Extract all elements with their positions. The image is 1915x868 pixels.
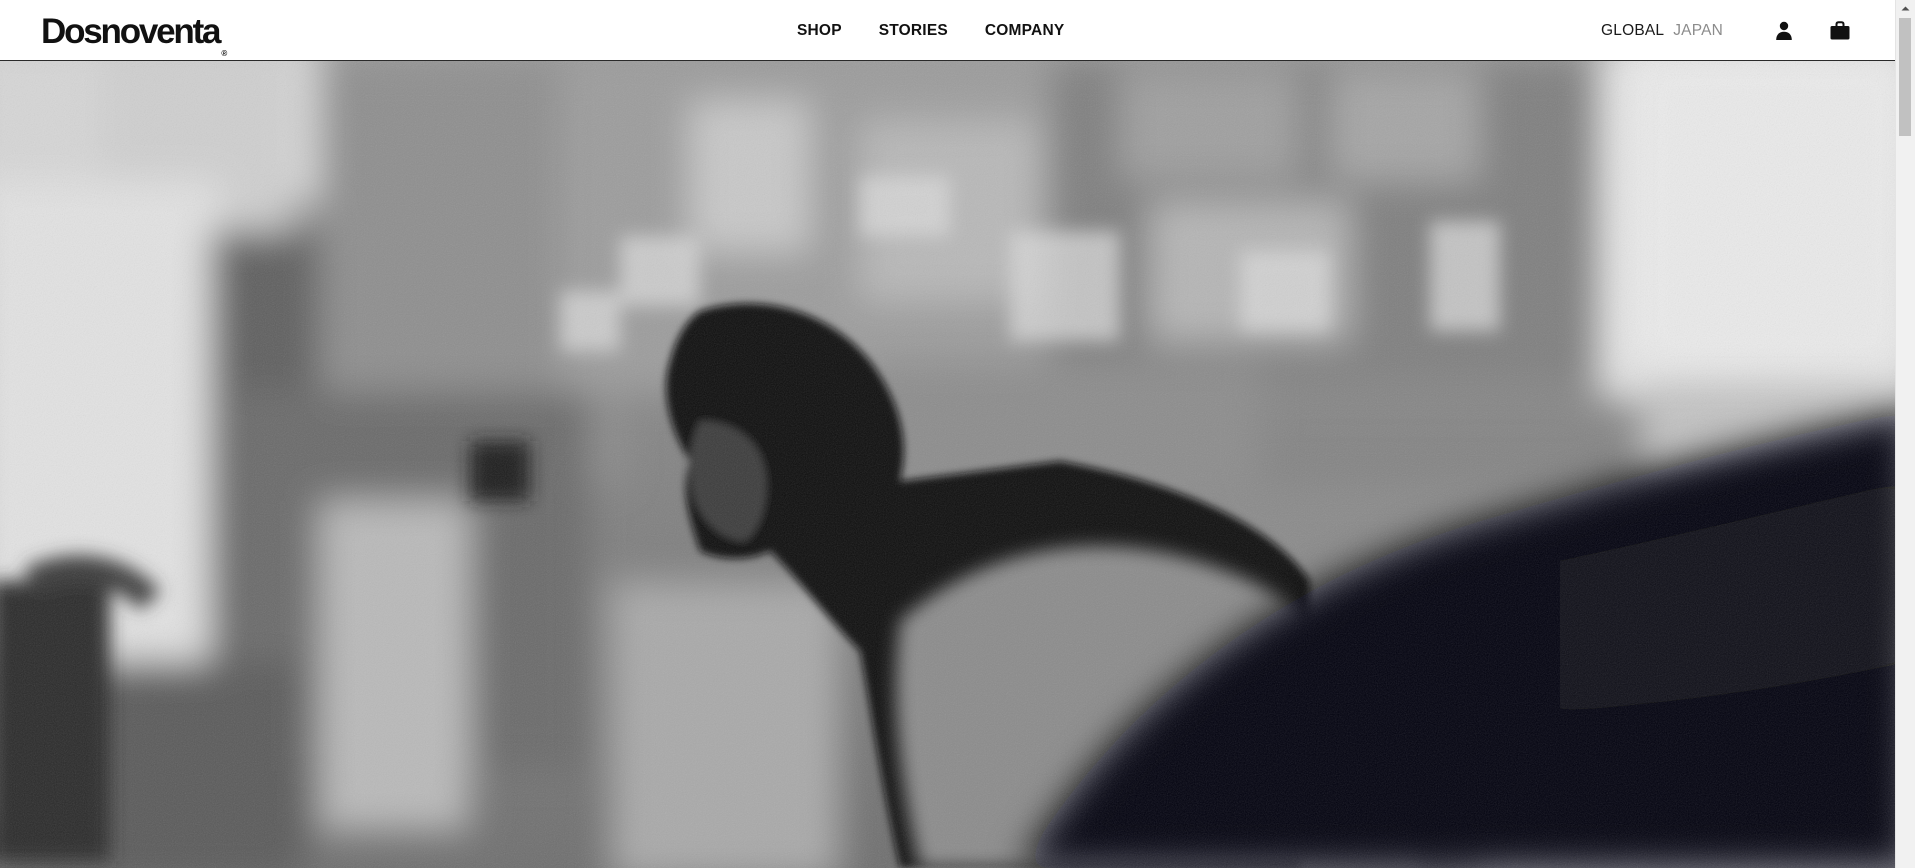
main-nav: SHOP STORIES COMPANY	[797, 21, 1064, 41]
scrollbar-thumb[interactable]	[1899, 18, 1911, 136]
logo[interactable]: Dosnoventa ®	[41, 12, 227, 74]
hero-photo	[0, 61, 1895, 868]
page: Dosnoventa ® SHOP STORIES COMPANY GLOBAL…	[0, 0, 1915, 868]
site-header: Dosnoventa ® SHOP STORIES COMPANY GLOBAL…	[0, 0, 1895, 61]
nav-item-stories[interactable]: STORIES	[879, 21, 948, 41]
user-icon[interactable]	[1772, 19, 1796, 43]
hero-image	[0, 61, 1895, 868]
nav-item-company[interactable]: COMPANY	[985, 21, 1064, 41]
region-switcher: GLOBAL JAPAN	[1601, 21, 1723, 41]
shopping-bag-icon[interactable]	[1828, 19, 1852, 43]
registered-mark: ®	[221, 49, 228, 58]
logo-text: Dosnoventa	[41, 12, 222, 51]
region-global-link[interactable]: GLOBAL	[1601, 21, 1664, 41]
nav-item-shop[interactable]: SHOP	[797, 21, 842, 41]
scroll-up-arrow-icon[interactable]	[1896, 0, 1915, 17]
page-scrollbar[interactable]	[1895, 0, 1915, 868]
region-japan-link[interactable]: JAPAN	[1673, 21, 1723, 41]
